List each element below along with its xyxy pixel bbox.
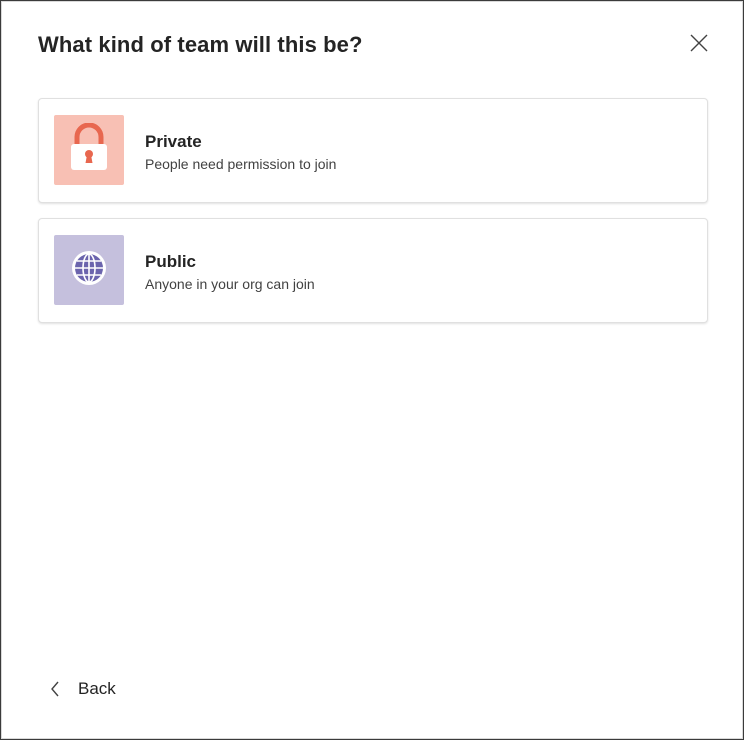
public-option-description: Anyone in your org can join xyxy=(145,276,315,292)
private-option-title: Private xyxy=(145,132,202,151)
chevron-left-icon xyxy=(45,679,65,699)
public-option-title: Public xyxy=(145,252,197,271)
lock-icon xyxy=(69,122,109,178)
globe-icon xyxy=(70,249,108,292)
public-tile xyxy=(54,235,124,305)
team-type-dialog: What kind of team will this be? Private … xyxy=(0,0,744,740)
close-button[interactable] xyxy=(683,29,715,61)
dialog-title: What kind of team will this be? xyxy=(38,32,363,57)
back-button[interactable]: Back xyxy=(45,674,116,704)
private-option-card[interactable]: Private People need permission to join xyxy=(38,98,708,203)
public-option-card[interactable]: Public Anyone in your org can join xyxy=(38,218,708,323)
back-label: Back xyxy=(78,679,116,698)
private-tile xyxy=(54,115,124,185)
close-icon xyxy=(690,34,708,57)
private-option-description: People need permission to join xyxy=(145,156,337,172)
